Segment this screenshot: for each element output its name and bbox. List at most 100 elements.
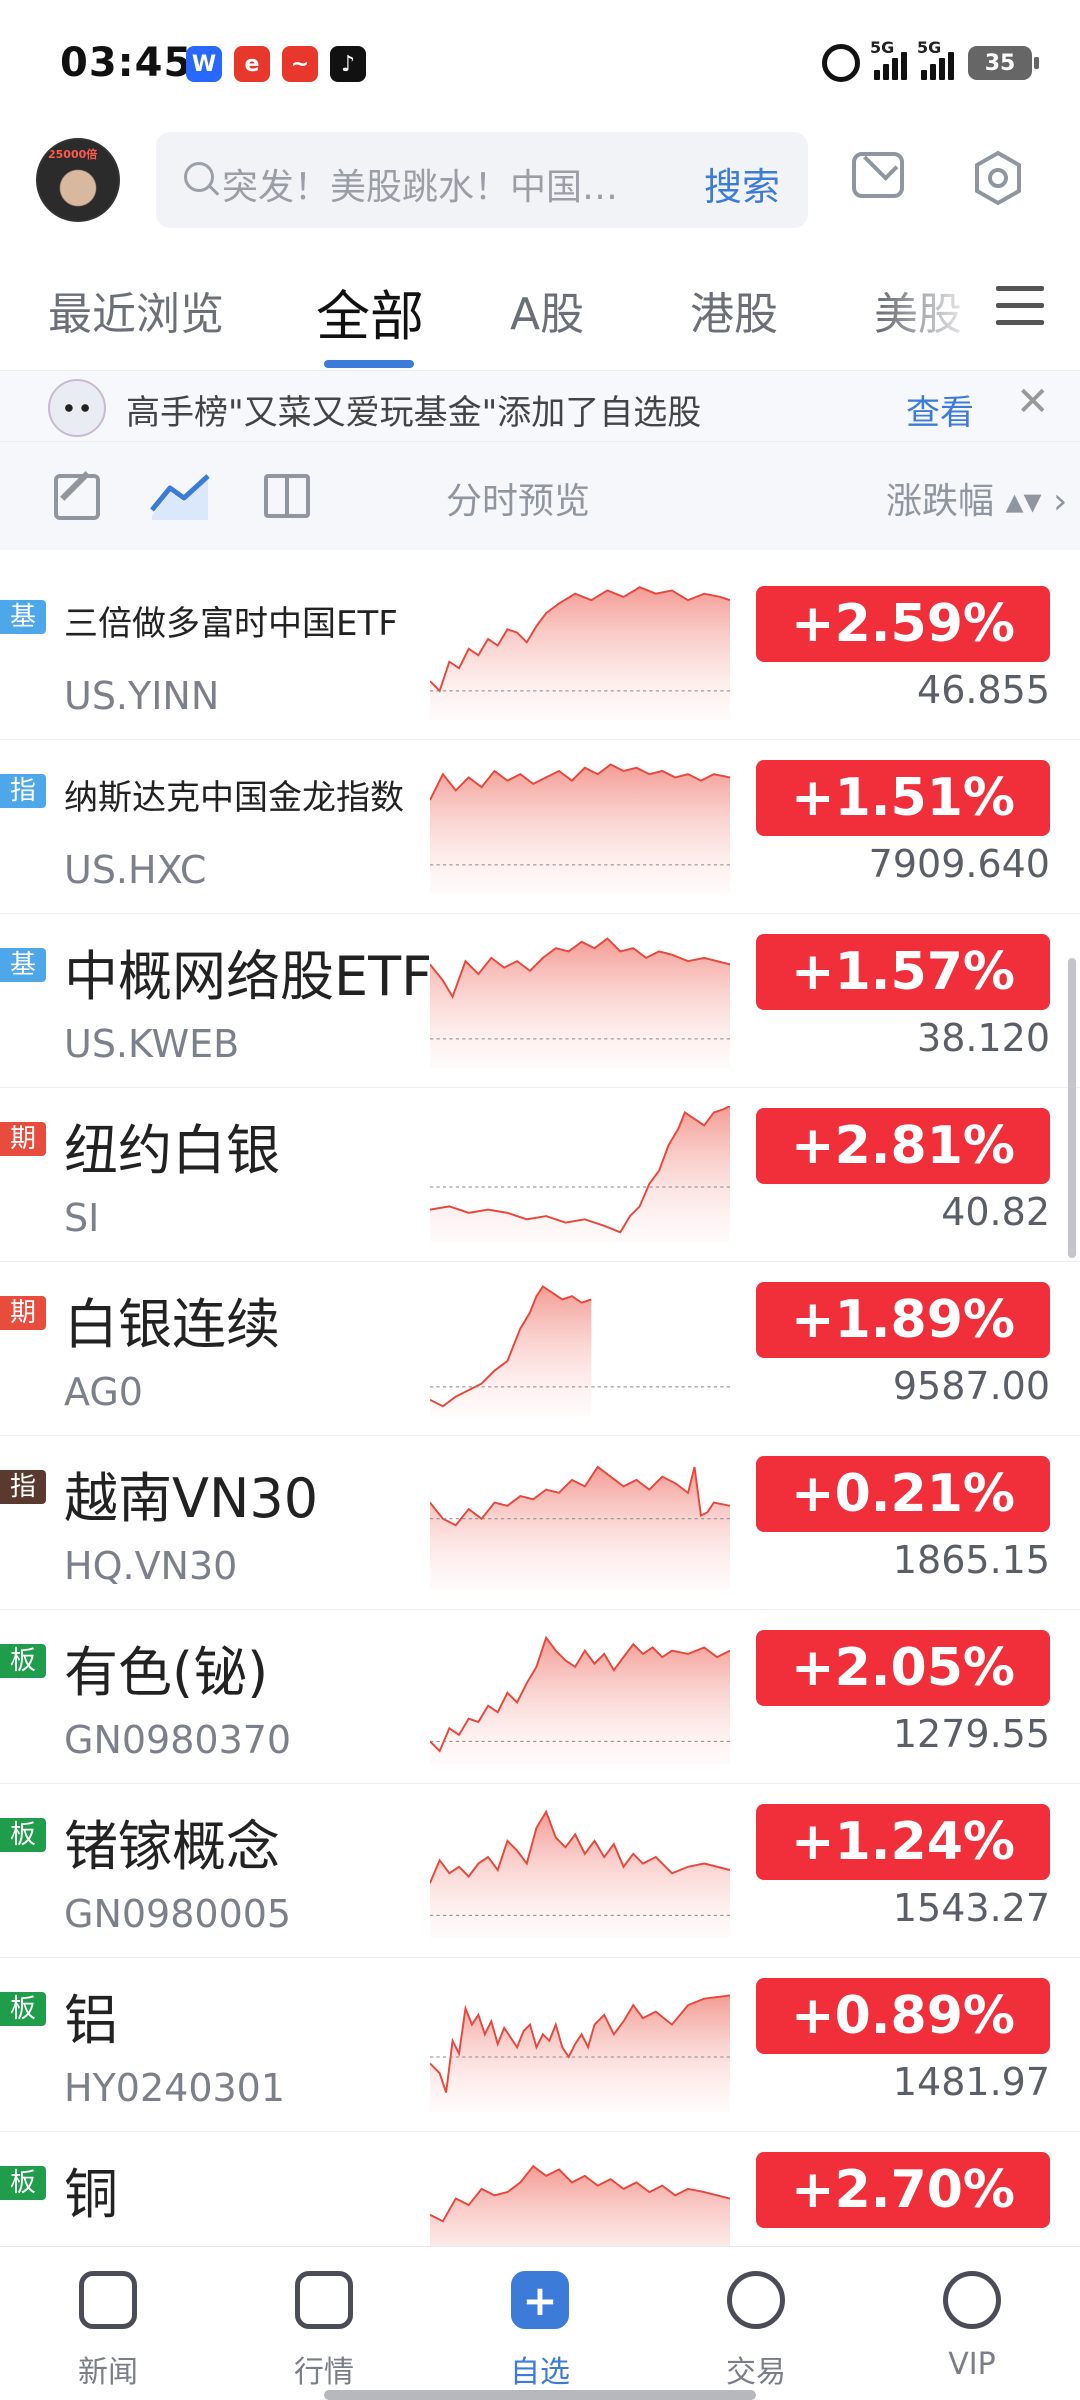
change-percent[interactable]: +2.59% — [756, 586, 1050, 662]
search-bar[interactable]: 突发！美股跳水！中国… 搜索 — [156, 132, 808, 228]
intraday-sparkline — [430, 1285, 730, 1416]
vip-icon — [943, 2271, 1001, 2329]
search-button[interactable]: 搜索 — [704, 156, 780, 211]
intraday-sparkline — [430, 1635, 730, 1764]
tab-all[interactable]: 全部 — [316, 272, 424, 351]
nav-news[interactable]: 新闻 — [38, 2271, 178, 2391]
nav-market[interactable]: 行情 — [254, 2271, 394, 2391]
intraday-sparkline — [430, 1809, 730, 1938]
table-row[interactable]: 板锗镓概念 GN0980005 +1.24% 1543.27 — [0, 1784, 1080, 1958]
asset-type-badge: 板 — [0, 1818, 46, 1852]
intraday-sparkline — [430, 763, 730, 894]
list-toolbar: 分时预览 涨跌幅 ▴▾ › — [0, 442, 1080, 550]
news-icon — [79, 2271, 137, 2329]
security-code: GN0980370 — [64, 1718, 292, 1762]
tab-active-indicator — [324, 360, 414, 368]
table-row[interactable]: 指纳斯达克中国金龙指数 US.HXC +1.51% 7909.640 — [0, 740, 1080, 914]
last-price: 1279.55 — [892, 1712, 1050, 1756]
change-percent[interactable]: +1.89% — [756, 1282, 1050, 1358]
menu-icon[interactable] — [996, 286, 1044, 326]
table-row[interactable]: 期白银连续 AG0 +1.89% 9587.00 — [0, 1262, 1080, 1436]
table-row[interactable]: 板铝 HY0240301 +0.89% 1481.97 — [0, 1958, 1080, 2132]
timeshare-preview-label[interactable]: 分时预览 — [446, 472, 590, 524]
scrollbar[interactable] — [1068, 958, 1076, 1258]
change-percent[interactable]: +1.51% — [756, 760, 1050, 836]
intraday-sparkline — [430, 1994, 730, 2112]
security-name: 锗镓概念 — [64, 1815, 280, 1878]
tab-hk-stocks[interactable]: 港股 — [690, 278, 778, 342]
mail-icon[interactable] — [852, 152, 904, 198]
change-percent[interactable]: +2.70% — [756, 2152, 1050, 2228]
nav-vip[interactable]: VIP — [902, 2271, 1042, 2382]
change-percent[interactable]: +2.81% — [756, 1108, 1050, 1184]
signal-icon: 5G — [917, 38, 954, 80]
sort-change-button[interactable]: 涨跌幅 ▴▾ › — [886, 472, 1067, 524]
security-code: US.YINN — [64, 674, 220, 718]
status-bar: 03:45 W e ~ ♪ 5G 5G 35 — [0, 0, 1080, 130]
last-price: 1481.97 — [892, 2060, 1050, 2104]
security-code: HY0240301 — [64, 2066, 286, 2110]
app-icon-tiktok: ♪ — [330, 46, 366, 82]
last-price: 1543.27 — [892, 1886, 1050, 1930]
search-icon — [184, 162, 214, 192]
avatar[interactable]: 25000倍 — [36, 138, 120, 222]
close-icon[interactable]: ✕ — [1016, 379, 1050, 425]
security-name: 中概网络股ETF — [64, 945, 433, 1008]
bottom-nav: 新闻 行情 + 自选 交易 VIP — [0, 2246, 1080, 2400]
last-price: 9587.00 — [892, 1364, 1050, 1408]
last-price: 38.120 — [917, 1016, 1050, 1060]
tab-a-shares[interactable]: A股 — [510, 278, 584, 342]
asset-type-badge: 期 — [0, 1122, 46, 1156]
intraday-sparkline — [430, 1106, 730, 1242]
watchlist-plus-icon: + — [511, 2271, 569, 2329]
table-row[interactable]: 基中概网络股ETF US.KWEB +1.57% 38.120 — [0, 914, 1080, 1088]
security-name: 纽约白银 — [64, 1119, 280, 1182]
asset-type-badge: 指 — [0, 1470, 46, 1504]
column-view-icon[interactable] — [264, 474, 310, 518]
status-right: 5G 5G 35 — [822, 38, 1039, 82]
market-icon — [295, 2271, 353, 2329]
security-name: 铝 — [64, 1989, 118, 2052]
security-code: SI — [64, 1196, 100, 1240]
security-name: 越南VN30 — [64, 1467, 319, 1530]
intraday-sparkline — [430, 937, 730, 1068]
notice-banner: 高手榜"又菜又爱玩基金"添加了自选股 查看 ✕ — [0, 370, 1080, 442]
notice-text: 高手榜"又菜又爱玩基金"添加了自选股 — [126, 393, 702, 433]
battery-icon: 35 — [968, 46, 1039, 80]
security-code: AG0 — [64, 1370, 143, 1414]
asset-type-badge: 基 — [0, 948, 46, 982]
security-code: US.HXC — [64, 848, 207, 892]
change-percent[interactable]: +0.89% — [756, 1978, 1050, 2054]
table-row[interactable]: 指越南VN30 HQ.VN30 +0.21% 1865.15 — [0, 1436, 1080, 1610]
tab-recent[interactable]: 最近浏览 — [48, 278, 224, 342]
watchlist: 基三倍做多富时中国ETF US.YINN +2.59% 46.855 指纳斯达克中国金龙… — [0, 566, 1080, 2306]
mascot-icon — [48, 379, 106, 437]
last-price: 7909.640 — [868, 842, 1050, 886]
alarm-icon — [822, 44, 860, 82]
search-placeholder: 突发！美股跳水！中国… — [222, 167, 619, 208]
table-row[interactable]: 板有色(铋) GN0980370 +2.05% 1279.55 — [0, 1610, 1080, 1784]
security-code: US.KWEB — [64, 1022, 240, 1066]
security-name: 有色(铋) — [64, 1641, 269, 1704]
change-percent[interactable]: +1.24% — [756, 1804, 1050, 1880]
last-price: 1865.15 — [892, 1538, 1050, 1582]
chart-view-icon[interactable] — [150, 470, 212, 522]
status-time: 03:45 — [60, 40, 193, 86]
nav-trade[interactable]: 交易 — [686, 2271, 826, 2391]
intraday-sparkline — [430, 586, 730, 720]
security-code: HQ.VN30 — [64, 1544, 238, 1588]
table-row[interactable]: 基三倍做多富时中国ETF US.YINN +2.59% 46.855 — [0, 566, 1080, 740]
change-percent[interactable]: +0.21% — [756, 1456, 1050, 1532]
notice-view-link[interactable]: 查看 — [906, 385, 974, 434]
settings-icon[interactable] — [972, 150, 1024, 206]
change-percent[interactable]: +1.57% — [756, 934, 1050, 1010]
intraday-sparkline — [430, 1465, 730, 1590]
security-name: 三倍做多富时中国ETF — [64, 604, 398, 644]
change-percent[interactable]: +2.05% — [756, 1630, 1050, 1706]
security-name: 铜 — [64, 2163, 118, 2226]
nav-watchlist[interactable]: + 自选 — [470, 2271, 610, 2391]
asset-type-badge: 板 — [0, 1644, 46, 1678]
table-row[interactable]: 期纽约白银 SI +2.81% 40.82 — [0, 1088, 1080, 1262]
security-code: GN0980005 — [64, 1892, 292, 1936]
edit-icon[interactable] — [54, 474, 100, 520]
